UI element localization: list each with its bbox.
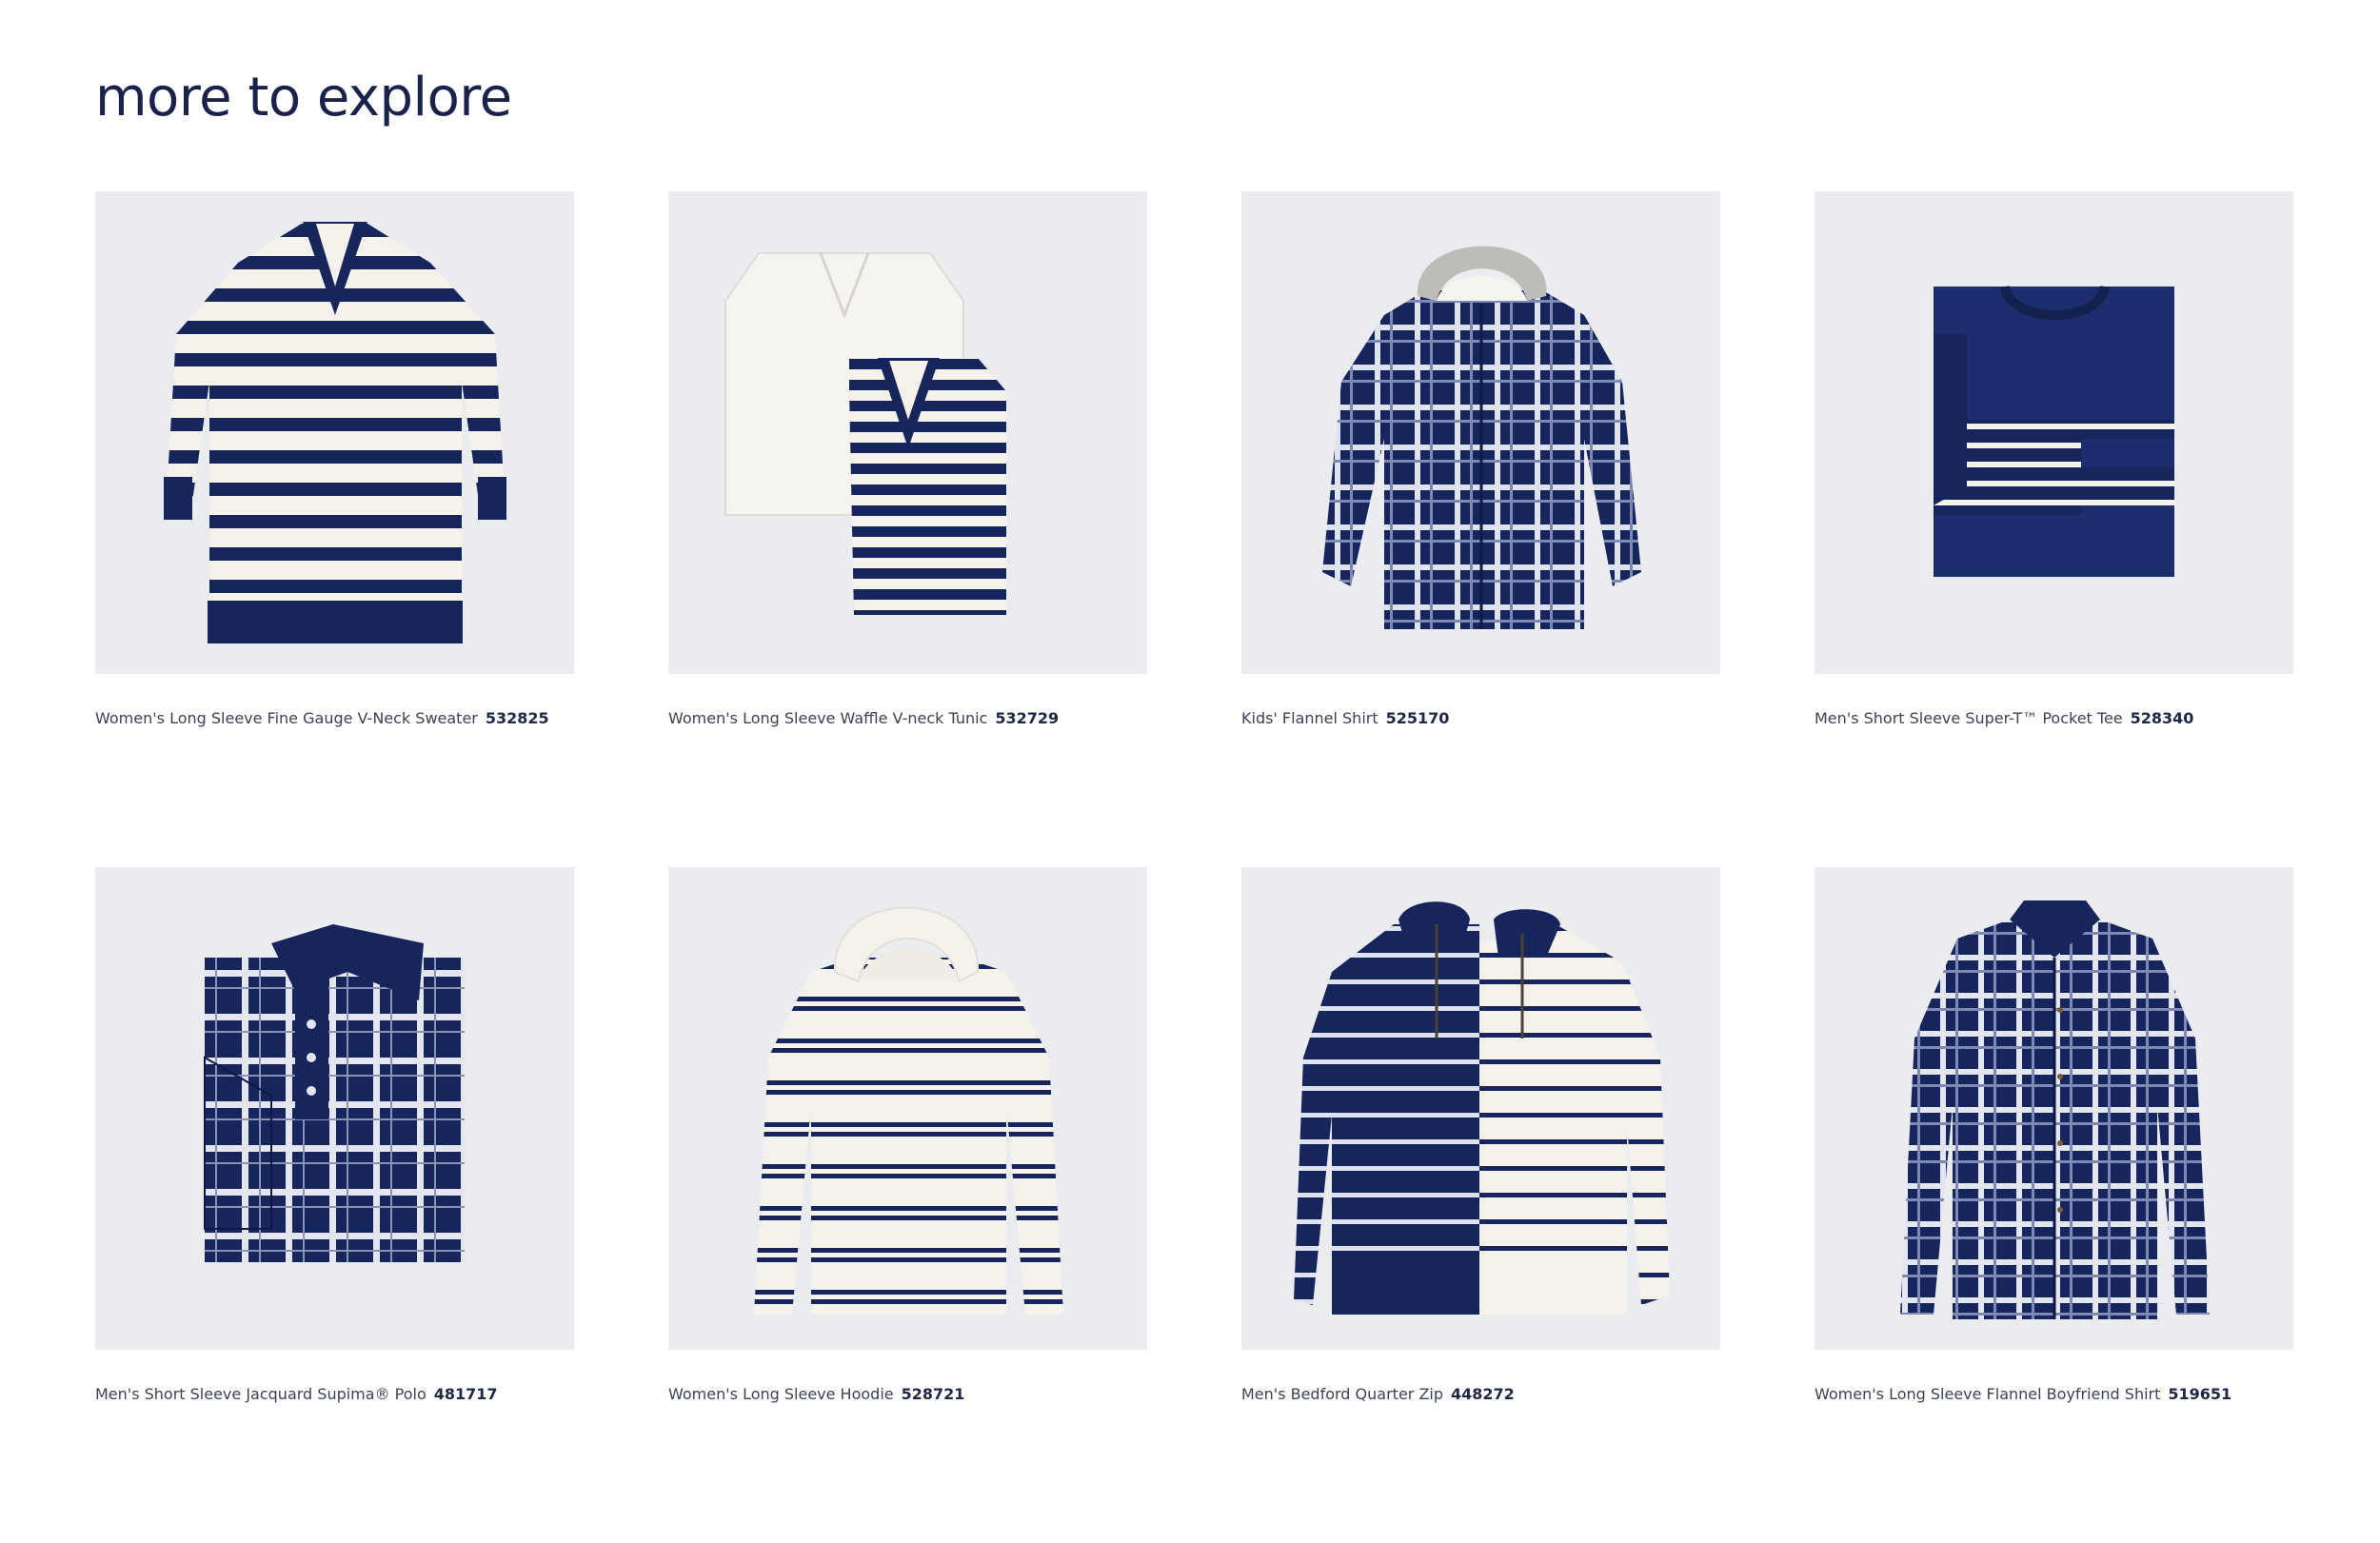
product-card[interactable]: Women's Long Sleeve Waffle V-neck Tunic 5… [668,191,1147,867]
product-name: Women's Long Sleeve Fine Gauge V-Neck Sw… [95,709,478,727]
product-sku: 528340 [2130,709,2194,727]
product-image[interactable] [1241,867,1720,1350]
product-name: Men's Bedford Quarter Zip [1241,1385,1444,1403]
page-title: more to explore [95,67,512,129]
product-name: Women's Long Sleeve Flannel Boyfriend Sh… [1815,1385,2161,1403]
product-name: Women's Long Sleeve Hoodie [668,1385,894,1403]
hooded-flannel-shirt-icon [1322,246,1641,629]
product-caption[interactable]: Kids' Flannel Shirt 525170 [1241,709,1720,727]
product-name: Men's Short Sleeve Super-T™ Pocket Tee [1815,709,2123,727]
striped-quarter-zips-icon [1294,901,1670,1315]
product-sku: 448272 [1451,1385,1515,1403]
product-grid: Women's Long Sleeve Fine Gauge V-Neck Sw… [95,191,2293,1543]
product-image[interactable] [1815,867,2293,1350]
product-card[interactable]: Women's Long Sleeve Fine Gauge V-Neck Sw… [95,191,574,867]
product-name: Kids' Flannel Shirt [1241,709,1378,727]
product-card[interactable]: Kids' Flannel Shirt 525170 [1241,191,1720,867]
product-sku: 532729 [995,709,1060,727]
product-image[interactable] [668,867,1147,1350]
product-card[interactable]: Women's Long Sleeve Flannel Boyfriend Sh… [1815,867,2293,1543]
product-image[interactable] [95,191,574,674]
product-card[interactable]: Men's Bedford Quarter Zip 448272 [1241,867,1720,1543]
product-sku: 481717 [433,1385,498,1403]
product-card[interactable]: Men's Short Sleeve Super-T™ Pocket Tee 52… [1815,191,2293,867]
folded-plaid-polo-icon [204,924,465,1262]
product-sku: 528721 [901,1385,965,1403]
product-image[interactable] [668,191,1147,674]
striped-vneck-sweater-icon [164,222,506,643]
product-card[interactable]: Women's Long Sleeve Hoodie 528721 [668,867,1147,1543]
product-sku: 525170 [1385,709,1450,727]
product-sku: 532825 [485,709,549,727]
product-image[interactable] [95,867,574,1350]
folded-pocket-tee-icon [1934,285,2174,577]
product-name: Women's Long Sleeve Waffle V-neck Tunic [668,709,988,727]
product-caption[interactable]: Women's Long Sleeve Flannel Boyfriend Sh… [1815,1385,2293,1403]
product-caption[interactable]: Women's Long Sleeve Hoodie 528721 [668,1385,1147,1403]
product-image[interactable] [1815,191,2293,674]
product-caption[interactable]: Men's Bedford Quarter Zip 448272 [1241,1385,1720,1403]
product-caption[interactable]: Women's Long Sleeve Fine Gauge V-Neck Sw… [95,709,574,727]
product-caption[interactable]: Women's Long Sleeve Waffle V-neck Tunic 5… [668,709,1147,727]
product-name: Men's Short Sleeve Jacquard Supima® Polo [95,1385,426,1403]
product-caption[interactable]: Men's Short Sleeve Super-T™ Pocket Tee 52… [1815,709,2293,727]
product-sku: 519651 [2168,1385,2232,1403]
product-card[interactable]: Men's Short Sleeve Jacquard Supima® Polo… [95,867,574,1543]
plaid-boyfriend-shirt-icon [1900,900,2210,1319]
folded-vneck-tunics-icon [724,252,1006,615]
product-image[interactable] [1241,191,1720,674]
striped-hoodie-icon [754,906,1063,1315]
product-caption[interactable]: Men's Short Sleeve Jacquard Supima® Polo… [95,1385,574,1403]
